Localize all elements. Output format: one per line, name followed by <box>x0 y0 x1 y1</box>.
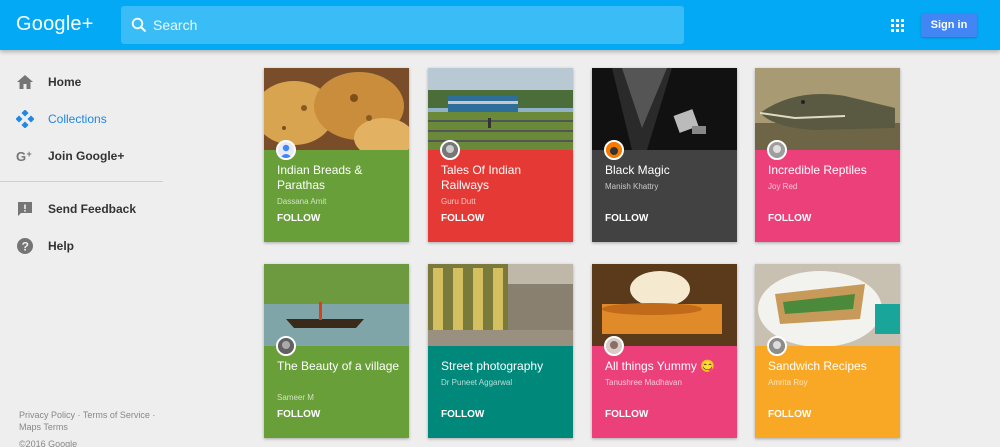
top-app-bar: Google+ Sign in <box>0 0 1000 50</box>
sidebar-item-label: Home <box>48 75 82 89</box>
footer-links[interactable]: Privacy Policy · Terms of Service · Maps… <box>19 409 169 433</box>
collection-card[interactable]: Incredible Reptiles Joy Red FOLLOW <box>755 68 900 242</box>
sidebar-footer: Privacy Policy · Terms of Service · Maps… <box>19 409 169 447</box>
collection-title: Indian Breads & Parathas <box>277 163 363 192</box>
sidebar-item-label: Join Google+ <box>48 149 125 163</box>
collection-title: Sandwich Recipes <box>768 359 867 373</box>
follow-button[interactable]: FOLLOW <box>441 409 484 420</box>
search-icon <box>131 17 147 33</box>
sidebar-item-help[interactable]: ? Help <box>0 231 190 261</box>
search-input[interactable] <box>153 6 673 44</box>
google-plus-icon: G + <box>16 149 32 164</box>
cover-image <box>428 68 573 150</box>
svg-text:G: G <box>16 149 26 164</box>
avatar <box>604 140 624 160</box>
collection-title: The Beauty of a village <box>277 359 400 373</box>
avatar <box>767 336 787 356</box>
collection-card[interactable]: All things Yummy 😋 Tanushree Madhavan FO… <box>592 264 737 438</box>
follow-button[interactable]: FOLLOW <box>605 213 648 224</box>
avatar <box>767 140 787 160</box>
cover-image <box>755 68 900 150</box>
sidebar-item-label: Help <box>48 239 75 253</box>
collection-author: Sameer M <box>277 393 314 402</box>
collection-card[interactable]: Street photography Dr Puneet Aggarwal FO… <box>428 264 573 438</box>
follow-button[interactable]: FOLLOW <box>277 213 320 224</box>
follow-button[interactable]: FOLLOW <box>277 409 320 420</box>
collection-title: Street photography <box>441 359 544 373</box>
avatar <box>440 140 460 160</box>
collection-author: Tanushree Madhavan <box>605 378 682 387</box>
cover-image <box>264 264 409 346</box>
svg-text:?: ? <box>22 240 29 254</box>
collection-author: Manish Khattry <box>605 182 659 191</box>
search-box[interactable] <box>121 6 684 44</box>
collection-author: Amrita Roy <box>768 378 808 387</box>
collection-author: Joy Red <box>768 182 798 191</box>
follow-button[interactable]: FOLLOW <box>441 213 484 224</box>
follow-button[interactable]: FOLLOW <box>768 213 811 224</box>
collection-card[interactable]: Black Magic Manish Khattry FOLLOW <box>592 68 737 242</box>
help-icon: ? <box>17 238 33 254</box>
avatar <box>276 140 296 160</box>
collection-card[interactable]: Tales Of Indian Railways Guru Dutt FOLLO… <box>428 68 573 242</box>
sidebar-item-collections[interactable]: Collections <box>0 104 190 134</box>
copyright: ©2016 Google <box>19 439 78 447</box>
sidebar-item-label: Send Feedback <box>48 202 137 216</box>
avatar <box>604 336 624 356</box>
google-plus-logo[interactable]: Google+ <box>16 13 94 36</box>
collection-author: Guru Dutt <box>441 197 476 206</box>
collection-author: Dassana Amit <box>277 197 327 206</box>
sidebar-item-home[interactable]: Home <box>0 67 190 97</box>
collection-title: Tales Of Indian Railways <box>441 163 522 192</box>
collection-title: Black Magic <box>605 163 670 177</box>
sidebar-item-join[interactable]: G + Join Google+ <box>0 141 190 171</box>
home-icon <box>17 75 33 89</box>
sign-in-button[interactable]: Sign in <box>921 13 977 37</box>
feedback-icon <box>18 202 32 216</box>
apps-grid-icon[interactable] <box>891 19 904 32</box>
collection-card[interactable]: The Beauty of a village Sameer M FOLLOW <box>264 264 409 438</box>
collection-author: Dr Puneet Aggarwal <box>441 378 513 387</box>
collection-title: All things Yummy 😋 <box>605 359 716 373</box>
sidebar-divider <box>0 181 163 182</box>
collection-card[interactable]: Indian Breads & Parathas Dassana Amit FO… <box>264 68 409 242</box>
cover-image <box>592 68 737 150</box>
cover-image <box>428 264 573 346</box>
cover-image <box>592 264 737 346</box>
follow-button[interactable]: FOLLOW <box>768 409 811 420</box>
sidebar-item-feedback[interactable]: Send Feedback <box>0 194 190 224</box>
cover-image <box>264 68 409 150</box>
collection-title: Incredible Reptiles <box>768 163 867 177</box>
avatar <box>276 336 296 356</box>
cover-image <box>755 264 900 346</box>
sidebar-item-label: Collections <box>48 112 107 126</box>
svg-text:+: + <box>27 149 32 159</box>
collection-card[interactable]: Sandwich Recipes Amrita Roy FOLLOW <box>755 264 900 438</box>
collections-icon <box>16 110 34 128</box>
follow-button[interactable]: FOLLOW <box>605 409 648 420</box>
